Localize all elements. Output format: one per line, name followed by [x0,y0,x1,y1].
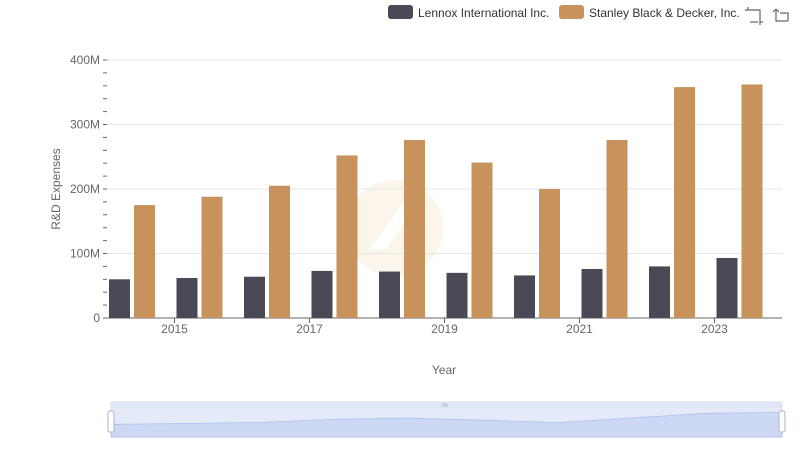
chart: 0 100M 200M 300M 400M 2015 2017 2019 2021 2023 R… [0,0,800,461]
bar-stanley-2018[interactable] [404,139,425,318]
crosshair-zoom-icon[interactable] [744,6,764,26]
bar-lennox-2023[interactable] [716,258,738,318]
y-axis: 0 100M 200M 300M 400M [70,53,107,325]
x-axis-title: Year [432,363,456,377]
data-zoom-slider[interactable] [107,401,786,438]
watermark-logo [347,180,443,276]
bar-stanley-2014[interactable] [134,205,155,318]
slider-selected-range[interactable] [111,408,782,437]
bar-lennox-2018[interactable] [379,271,400,318]
y-tick-label: 300M [70,118,100,132]
zoom-reset-icon[interactable] [770,6,790,26]
bar-stanley-2021[interactable] [606,139,628,318]
y-axis-title: R&D Expenses [49,148,63,229]
bar-stanley-2020[interactable] [539,189,560,318]
bar-stanley-2019[interactable] [471,162,493,318]
y-tick-label: 400M [70,53,100,67]
bar-lennox-2021[interactable] [581,268,603,318]
bar-lennox-2017[interactable] [311,270,333,318]
y-tick-label: 100M [70,247,100,261]
bar-lennox-2014[interactable] [109,279,130,318]
legend: Lennox International Inc. Stanley Black … [388,5,740,20]
legend-item-lennox[interactable]: Lennox International Inc. [388,5,549,20]
x-tick-label: 2019 [431,322,458,336]
x-axis: 2015 2017 2019 2021 2023 [107,317,782,336]
slider-handle-right[interactable] [778,410,786,433]
bar-stanley-2016[interactable] [269,185,290,318]
bar-stanley-2022[interactable] [674,87,695,318]
legend-label-stanley: Stanley Black & Decker, Inc. [589,6,740,20]
slider-handle-left[interactable] [107,410,115,433]
x-tick-label: 2015 [161,322,188,336]
bar-stanley-2023[interactable] [741,84,763,318]
x-tick-label: 2017 [296,322,323,336]
legend-item-stanley[interactable]: Stanley Black & Decker, Inc. [559,5,740,20]
x-tick-label: 2021 [566,322,593,336]
bars [109,84,763,318]
legend-swatch-stanley [559,5,584,19]
slider-top-bar[interactable] [111,402,782,408]
bar-chart: 0 100M 200M 300M 400M 2015 2017 2019 2021 2023 R… [49,5,790,438]
x-tick-label: 2023 [701,322,728,336]
bar-lennox-2022[interactable] [649,266,670,318]
legend-swatch-lennox [388,5,413,19]
bar-lennox-2016[interactable] [244,276,265,318]
bar-lennox-2019[interactable] [446,272,468,318]
bar-lennox-2020[interactable] [514,275,535,318]
bar-lennox-2015[interactable] [176,278,198,318]
bar-stanley-2015[interactable] [201,196,223,318]
bar-stanley-2017[interactable] [336,155,358,318]
legend-label-lennox: Lennox International Inc. [418,6,549,20]
y-tick-label: 0 [93,311,100,325]
y-tick-label: 200M [70,182,100,196]
